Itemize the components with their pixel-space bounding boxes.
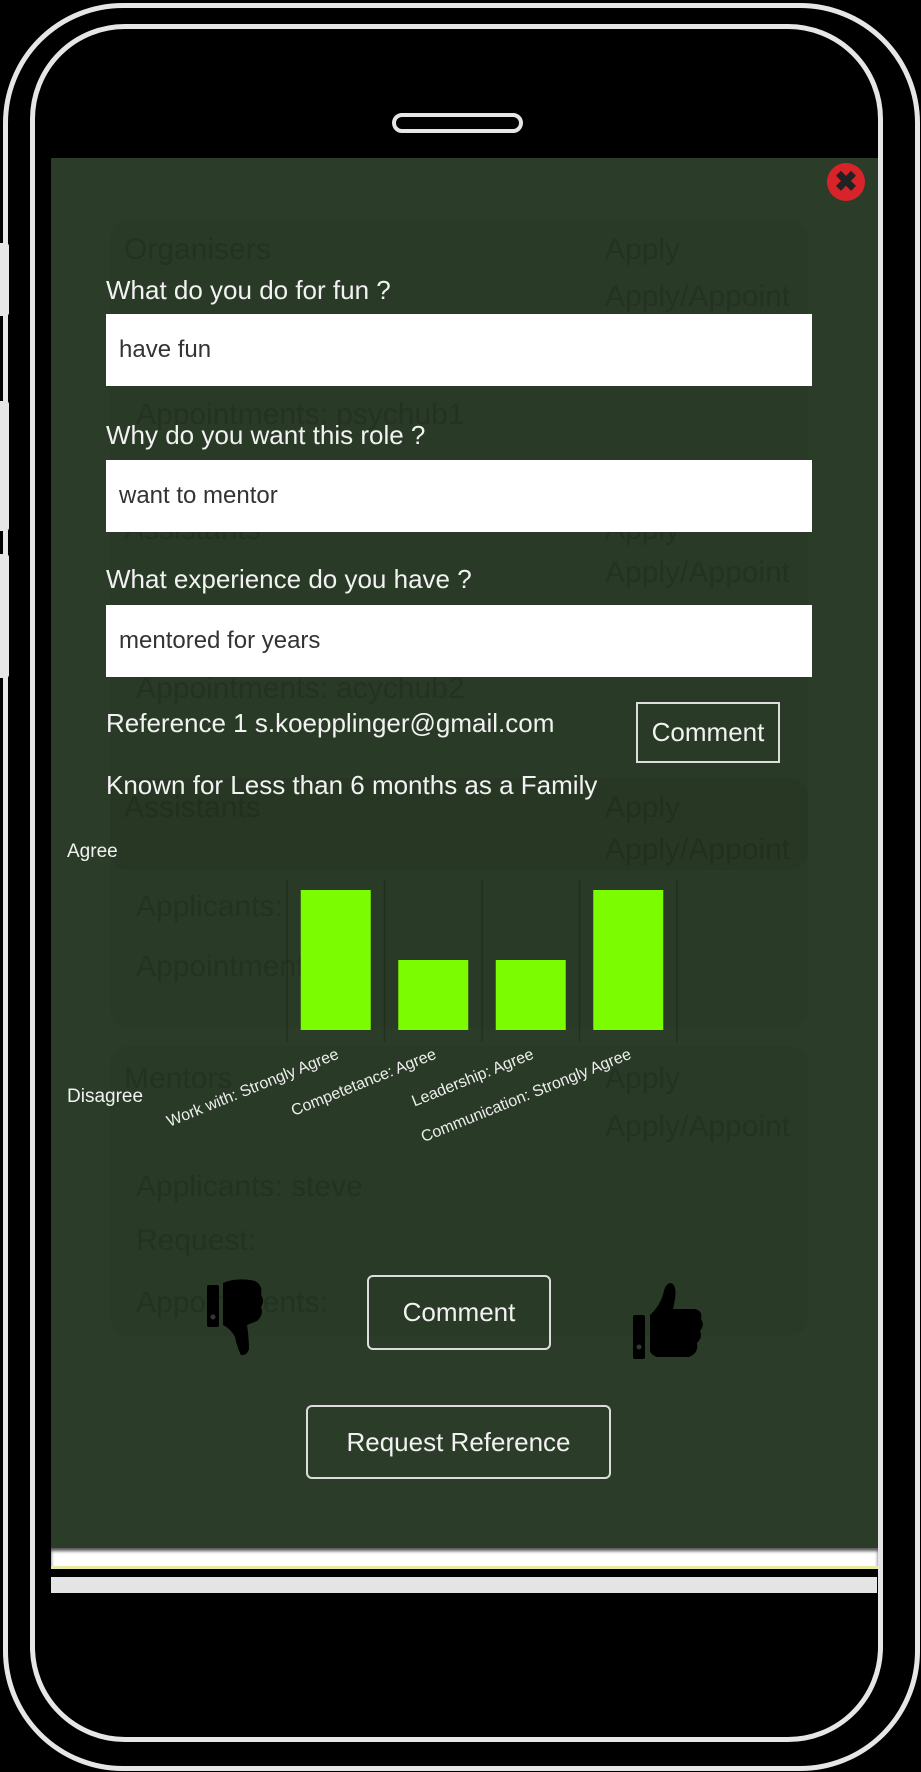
chart-category-label: Work with: Strongly Agree	[164, 1046, 341, 1131]
thumbs-up-icon	[633, 1283, 703, 1359]
comment-button[interactable]: Comment	[367, 1275, 551, 1350]
phone-side-button	[0, 554, 9, 678]
bg-row: Applicants: steve	[136, 1170, 363, 1203]
phone-side-button	[0, 401, 9, 531]
rating-bar-chart: Work with: Strongly AgreeCompetetance: A…	[164, 880, 678, 1146]
page-underlay-strip	[51, 1548, 878, 1569]
thumbs-down-icon	[207, 1279, 263, 1356]
bg-row: Request:	[136, 1224, 257, 1257]
chart-bar	[398, 960, 469, 1030]
chart-bar	[300, 890, 371, 1030]
chart-bar	[593, 890, 664, 1030]
chart-bar	[495, 960, 566, 1030]
phone-speaker	[392, 113, 523, 133]
browser-bottom-bar	[51, 1577, 877, 1593]
request-reference-button[interactable]: Request Reference	[306, 1405, 611, 1479]
app-screen: Organisers Apply Apply/Appoint Appointme…	[51, 158, 878, 1548]
thumbs-up-button[interactable]	[633, 1281, 713, 1361]
phone-side-button	[0, 243, 9, 316]
thumbs-down-button[interactable]	[207, 1277, 283, 1356]
